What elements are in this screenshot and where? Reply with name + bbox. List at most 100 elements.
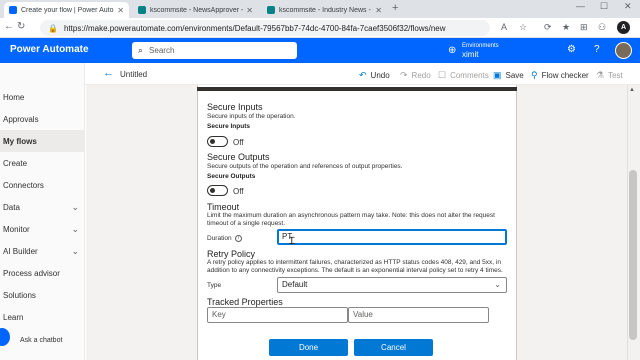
- nav-item-monitor[interactable]: Monitor ⌄: [0, 218, 85, 240]
- tracked-key-input[interactable]: Key: [207, 307, 348, 323]
- environment-label[interactable]: Environments: [462, 42, 499, 50]
- profile-initial: A: [620, 24, 627, 31]
- nav-item-process-advisor[interactable]: Process advisor: [0, 262, 85, 284]
- redo-button[interactable]: ↷ Redo: [400, 70, 431, 81]
- redo-icon: ↷: [400, 70, 408, 80]
- cancel-button[interactable]: Cancel: [354, 339, 433, 356]
- app-name[interactable]: Power Automate: [10, 44, 89, 55]
- test-flask-icon: ⚗: [596, 70, 605, 80]
- tracked-value-input[interactable]: Value: [348, 307, 489, 323]
- favorite-star-icon[interactable]: ☆: [519, 22, 527, 33]
- secure-outputs-label: Secure Outputs: [207, 173, 256, 180]
- chevron-down-icon: ⌄: [71, 201, 79, 212]
- tracked-properties-title: Tracked Properties: [207, 297, 283, 307]
- browser-tab-newsapprover[interactable]: kscommsite - NewsApprover - A ✕: [133, 2, 258, 18]
- refresh-extension-icon[interactable]: ⟳: [544, 22, 552, 33]
- new-tab-icon[interactable]: +: [392, 2, 398, 14]
- secure-inputs-title: Secure Inputs: [207, 102, 263, 112]
- save-label: Save: [505, 71, 524, 80]
- settings-gear-icon[interactable]: ⚙: [567, 44, 576, 55]
- panel-header-bar: [197, 87, 517, 91]
- nav-item-label: My flows: [3, 136, 37, 146]
- chevron-down-icon: ⌄: [71, 223, 79, 234]
- close-tab-icon[interactable]: ✕: [246, 6, 253, 15]
- back-icon[interactable]: ←: [4, 21, 14, 32]
- favorites-icon[interactable]: ★: [562, 22, 570, 33]
- nav-item-my-flows[interactable]: My flows: [0, 130, 85, 152]
- comment-icon: ☐: [438, 70, 447, 80]
- nav-item-connectors[interactable]: Connectors: [0, 174, 85, 196]
- browser-tab-industry-news[interactable]: kscommsite - Industry News - A ✕: [262, 2, 387, 18]
- window-close-icon[interactable]: ✕: [624, 1, 632, 12]
- nav-item-data[interactable]: Data ⌄: [0, 196, 85, 218]
- secure-outputs-toggle[interactable]: [207, 185, 228, 196]
- tab-title: kscommsite - NewsApprover - A: [150, 6, 244, 14]
- nav-item-label: Learn: [3, 312, 24, 322]
- secure-inputs-description: Secure inputs of the operation.: [207, 113, 296, 120]
- nav-item-ai-builder[interactable]: AI Builder ⌄: [0, 240, 85, 262]
- user-avatar[interactable]: [615, 42, 632, 59]
- secure-inputs-label: Secure Inputs: [207, 123, 250, 130]
- scroll-up-arrow-icon[interactable]: ▲: [629, 87, 635, 93]
- nav-item-label: Data: [3, 202, 20, 212]
- done-button[interactable]: Done: [269, 339, 348, 356]
- minimize-icon[interactable]: —: [576, 1, 585, 11]
- nav-item-label: AI Builder: [3, 246, 38, 256]
- retry-policy-description: A retry policy applies to intermittent f…: [207, 259, 503, 274]
- comments-button[interactable]: ☐ Comments: [438, 70, 489, 81]
- browser-tab-create-flow[interactable]: Create your flow | Power Automate ✕: [4, 2, 129, 18]
- flow-title[interactable]: Untitled: [120, 70, 147, 79]
- read-aloud-icon[interactable]: A: [501, 22, 507, 32]
- ask-chatbot-label[interactable]: Ask a chatbot: [20, 337, 62, 344]
- info-icon[interactable]: i: [235, 235, 242, 242]
- toggle-knob: [210, 139, 215, 144]
- secure-inputs-state: Off: [233, 138, 244, 147]
- text-cursor-icon: Ɪ: [289, 236, 295, 247]
- reload-icon[interactable]: ↻: [17, 21, 25, 32]
- nav-item-learn[interactable]: Learn: [0, 306, 85, 328]
- app-header: Power Automate ⌕ Search ⊕ Environments x…: [0, 38, 640, 63]
- nav-item-label: Create: [3, 158, 28, 168]
- nav-item-solutions[interactable]: Solutions: [0, 284, 85, 306]
- browser-toolbar: ← ↻ 🔒 https://make.powerautomate.com/env…: [0, 18, 640, 38]
- nav-item-home[interactable]: Home: [0, 86, 85, 108]
- collections-icon[interactable]: ⊞: [580, 22, 588, 33]
- duration-input[interactable]: PT: [277, 229, 507, 245]
- nav-item-approvals[interactable]: Approvals: [0, 108, 85, 130]
- undo-button[interactable]: ↶ Undo: [359, 70, 390, 81]
- retry-type-value: Default: [282, 280, 308, 289]
- nav-item-label: Monitor: [3, 224, 30, 234]
- environment-name[interactable]: ximit: [462, 50, 478, 59]
- search-box[interactable]: ⌕ Search: [132, 42, 297, 59]
- lock-icon: 🔒: [48, 23, 58, 33]
- close-tab-icon[interactable]: ✕: [375, 6, 382, 15]
- sharepoint-favicon-icon: [138, 6, 146, 14]
- close-tab-icon[interactable]: ✕: [117, 6, 124, 15]
- retry-type-dropdown[interactable]: Default ⌄: [277, 277, 507, 293]
- back-arrow-icon[interactable]: ←: [103, 67, 114, 79]
- retry-policy-title: Retry Policy: [207, 249, 256, 259]
- duration-label: Duration: [207, 235, 232, 242]
- timeout-title: Timeout: [207, 202, 240, 212]
- help-icon[interactable]: ?: [594, 44, 600, 55]
- save-button[interactable]: ▣ Save: [493, 70, 524, 81]
- address-bar[interactable]: 🔒 https://make.powerautomate.com/environ…: [40, 20, 490, 36]
- comments-label: Comments: [450, 71, 489, 80]
- nav-item-create[interactable]: Create: [0, 152, 85, 174]
- browser-tab-strip: Create your flow | Power Automate ✕ ksco…: [0, 0, 640, 18]
- undo-icon: ↶: [359, 70, 367, 80]
- flow-checker-icon: ⚲: [531, 70, 538, 80]
- secure-inputs-toggle[interactable]: [207, 136, 228, 147]
- extensions-icon[interactable]: ⚇: [598, 22, 606, 33]
- test-button[interactable]: ⚗ Test: [596, 70, 623, 81]
- nav-item-label: Connectors: [3, 180, 44, 190]
- retry-type-label: Type: [207, 282, 222, 289]
- flow-checker-button[interactable]: ⚲ Flow checker: [531, 70, 589, 81]
- power-automate-favicon-icon: [9, 6, 17, 14]
- scrollbar-thumb[interactable]: [629, 170, 637, 340]
- flow-checker-label: Flow checker: [541, 71, 589, 80]
- chevron-down-icon: ⌄: [71, 245, 79, 256]
- profile-avatar[interactable]: A: [617, 21, 630, 34]
- toggle-knob: [210, 188, 215, 193]
- maximize-icon[interactable]: ☐: [600, 1, 608, 12]
